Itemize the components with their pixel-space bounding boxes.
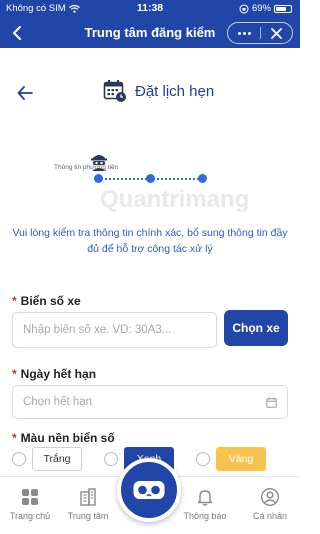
more-dots-icon <box>237 31 241 35</box>
expiry-date-picker[interactable]: Chọn hết hạn <box>12 385 288 419</box>
calendar-icon <box>266 397 277 408</box>
nav-notifications[interactable]: Thông báo <box>177 487 233 521</box>
building-icon <box>80 488 96 506</box>
required-mark: * <box>12 431 17 445</box>
close-icon <box>271 27 282 39</box>
more-dot <box>242 31 246 35</box>
page-title: Đặt lịch hẹn <box>135 82 215 100</box>
mini-app-capsule <box>227 22 293 44</box>
nav-home-label: Trang chủ <box>9 511 51 521</box>
header-title: Trung tâm đăng kiểm <box>84 25 216 40</box>
battery-percent: 69% <box>251 3 271 14</box>
nav-home[interactable]: Trang chủ <box>2 487 58 521</box>
nav-notifications-label: Thông báo <box>183 511 227 521</box>
nav-center[interactable]: Trung tâm <box>60 487 116 521</box>
step-dot-3 <box>198 174 207 183</box>
content-card <box>0 54 300 484</box>
progress-stepper: Thông tin phương tiện <box>54 150 240 190</box>
page-back-button[interactable] <box>16 84 34 102</box>
choose-vehicle-button[interactable]: Chọn xe <box>224 310 288 346</box>
step-dot-1 <box>94 174 103 183</box>
nav-profile-label: Cá nhân <box>252 511 288 521</box>
plate-number-input[interactable] <box>12 312 217 348</box>
battery-fill <box>276 6 286 11</box>
header-back-button[interactable] <box>6 22 28 44</box>
expiry-label-text: Ngày hết hạn <box>20 367 97 381</box>
nav-profile[interactable]: Cá nhân <box>242 487 298 521</box>
more-button[interactable] <box>228 23 260 43</box>
radio-yellow[interactable] <box>196 452 210 466</box>
close-button[interactable] <box>261 23 292 43</box>
plate-label: * Biển số xe <box>12 294 81 308</box>
bell-icon <box>197 490 213 506</box>
chevron-left-icon <box>13 26 21 40</box>
step-label: Thông tin phương tiện <box>54 164 119 171</box>
user-icon <box>260 487 280 507</box>
arrow-left-icon <box>17 86 33 100</box>
radio-white[interactable] <box>12 452 26 466</box>
battery-icon <box>274 4 292 13</box>
more-dot <box>247 31 251 35</box>
plate-label-text: Biển số xe <box>20 294 81 308</box>
required-mark: * <box>12 294 17 308</box>
notice-text: Vui lòng kiểm tra thông tin chính xác, b… <box>12 227 288 255</box>
radio-blue[interactable] <box>104 452 118 466</box>
expiry-label: * Ngày hết hạn <box>12 367 96 381</box>
page-heading: Đặt lịch hẹn <box>103 79 214 103</box>
swatch-yellow[interactable]: Vàng <box>216 447 266 471</box>
center-action-button[interactable] <box>117 458 181 522</box>
plate-color-label: * Màu nền biển số <box>12 431 115 445</box>
status-bar: Không có SIM 11:38 69% <box>0 0 300 18</box>
calendar-clock-icon <box>103 80 126 102</box>
orientation-lock-icon <box>239 4 249 13</box>
vr-goggles-icon <box>133 481 165 499</box>
home-grid-icon <box>22 489 38 505</box>
nav-center-label: Trung tâm <box>67 511 109 521</box>
plate-color-label-text: Màu nền biển số <box>20 431 115 445</box>
required-mark: * <box>12 367 17 381</box>
step-dot-2 <box>146 174 155 183</box>
expiry-placeholder: Chọn hết hạn <box>23 396 93 408</box>
swatch-white[interactable]: Trắng <box>32 447 82 471</box>
app-header: Trung tâm đăng kiểm <box>0 18 300 48</box>
